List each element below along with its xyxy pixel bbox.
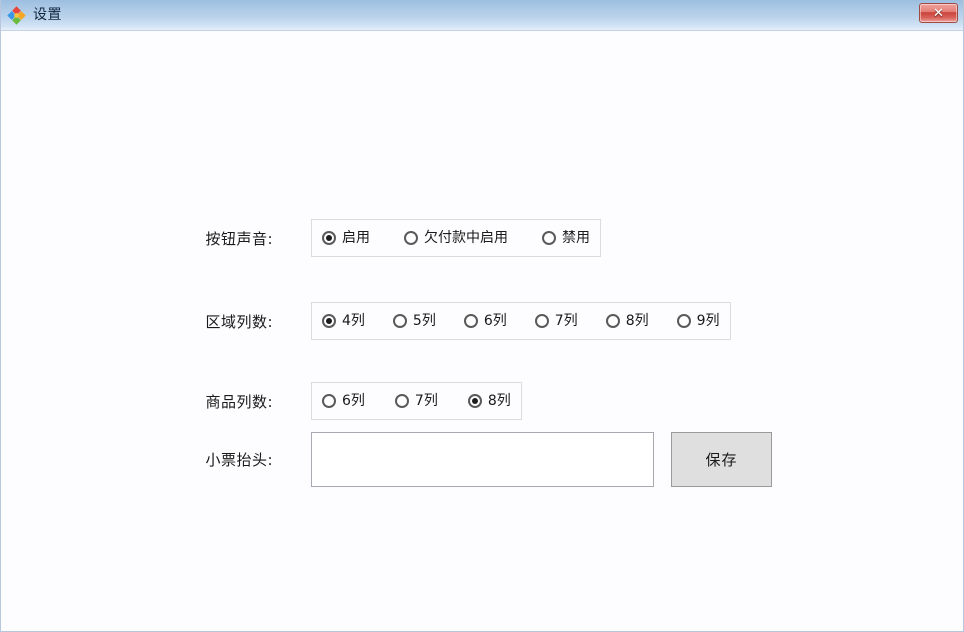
radio-label: 8列	[625, 313, 649, 329]
radio-button-sound-disable[interactable]: 禁用	[542, 231, 590, 245]
radio-area-columns-4[interactable]: 4列	[322, 314, 365, 328]
radio-area-columns-8[interactable]: 8列	[605, 313, 649, 329]
radio-label: 禁用	[562, 230, 590, 246]
label-area-columns: 区域列数:	[205, 312, 273, 331]
save-button[interactable]: 保存	[671, 432, 772, 487]
group-button-sound: 启用 欠付款中启用 禁用	[311, 219, 601, 257]
row-receipt-header: 小票抬头: 保存	[1, 432, 772, 487]
close-button[interactable]: ✕	[919, 3, 958, 23]
radio-mark-icon	[467, 394, 482, 408]
radio-label: 6列	[342, 393, 365, 409]
radio-label: 启用	[342, 230, 370, 246]
title-bar: 设置 ✕	[1, 0, 963, 31]
window-title: 设置	[33, 6, 62, 23]
row-area-columns: 区域列数: 4列 5列 6列 7列 8列 9列	[1, 302, 731, 340]
radio-label: 6列	[483, 313, 507, 329]
radio-mark-icon	[322, 394, 336, 408]
app-diamond-icon	[7, 5, 26, 25]
radio-mark-icon	[322, 314, 336, 328]
label-button-sound: 按钮声音:	[205, 229, 273, 248]
radio-mark-icon	[676, 314, 691, 328]
radio-area-columns-6[interactable]: 6列	[463, 313, 507, 329]
radio-label: 欠付款中启用	[424, 230, 508, 246]
label-product-columns: 商品列数:	[205, 392, 273, 411]
receipt-header-input[interactable]	[311, 432, 654, 487]
group-area-columns: 4列 5列 6列 7列 8列 9列	[311, 302, 731, 340]
radio-mark-icon	[605, 314, 620, 328]
group-product-columns: 6列 7列 8列	[311, 382, 522, 420]
radio-mark-icon	[534, 314, 549, 328]
radio-product-columns-7[interactable]: 7列	[394, 393, 438, 409]
radio-mark-icon	[463, 314, 478, 328]
radio-mark-icon	[394, 394, 409, 408]
radio-label: 9列	[696, 313, 720, 329]
radio-label: 7列	[414, 393, 438, 409]
radio-mark-icon	[322, 231, 336, 245]
radio-button-sound-enable-on-debt[interactable]: 欠付款中启用	[404, 231, 508, 245]
radio-area-columns-9[interactable]: 9列	[676, 313, 720, 329]
radio-label: 4列	[342, 313, 365, 329]
radio-mark-icon	[404, 231, 418, 245]
row-product-columns: 商品列数: 6列 7列 8列	[1, 382, 522, 420]
radio-mark-icon	[542, 231, 556, 245]
radio-label: 7列	[554, 313, 578, 329]
radio-area-columns-5[interactable]: 5列	[392, 313, 436, 329]
radio-product-columns-8[interactable]: 8列	[467, 393, 511, 409]
settings-window: 设置 ✕ 按钮声音: 启用 欠付款中启用 禁用 区域列数: 4列 5列 6列 7…	[0, 0, 964, 632]
radio-area-columns-7[interactable]: 7列	[534, 313, 578, 329]
radio-button-sound-enable[interactable]: 启用	[322, 231, 370, 245]
label-receipt-header: 小票抬头:	[205, 451, 273, 469]
close-icon: ✕	[933, 5, 944, 21]
radio-label: 8列	[487, 393, 511, 409]
client-area: 按钮声音: 启用 欠付款中启用 禁用 区域列数: 4列 5列 6列 7列 8列 …	[1, 31, 963, 631]
row-button-sound: 按钮声音: 启用 欠付款中启用 禁用	[1, 219, 601, 257]
radio-product-columns-6[interactable]: 6列	[322, 394, 365, 408]
radio-mark-icon	[392, 314, 407, 328]
radio-label: 5列	[412, 313, 436, 329]
